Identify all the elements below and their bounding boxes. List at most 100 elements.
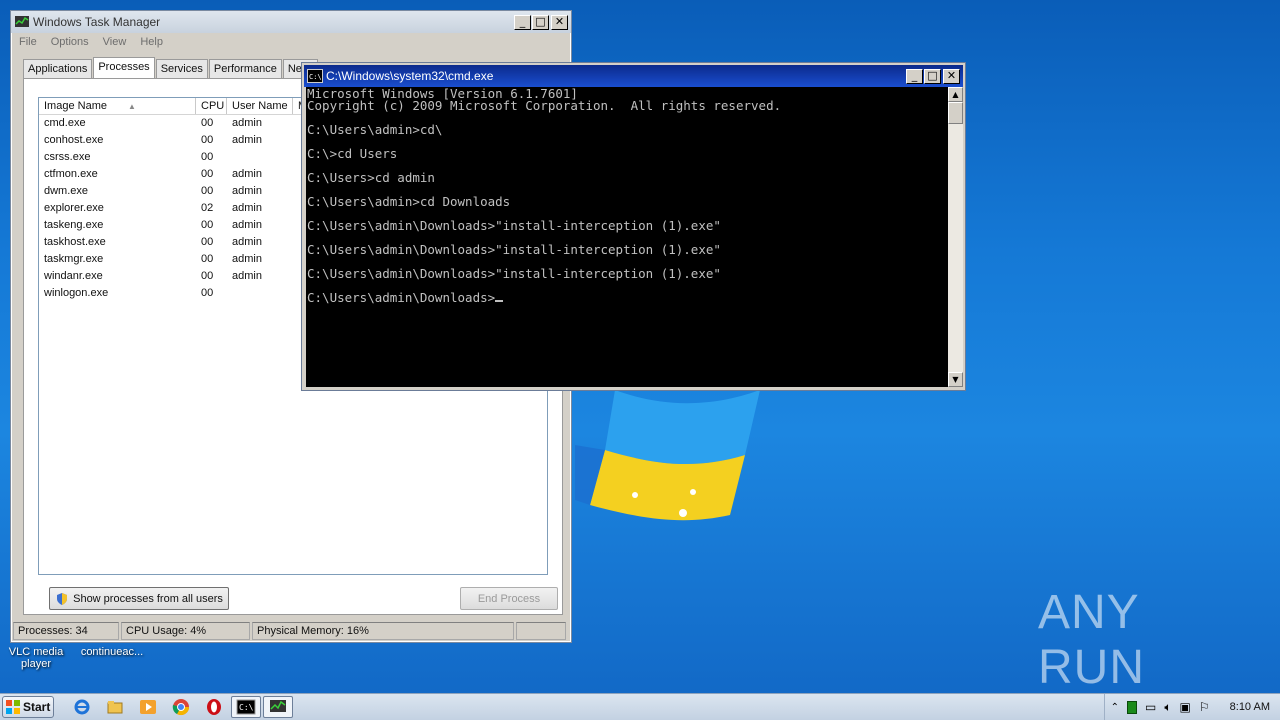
show-all-processes-button[interactable]: Show processes from all users [49,587,229,610]
process-image-name: ctfmon.exe [44,168,98,180]
action-center-flag-icon[interactable]: ⚐ [1199,700,1210,714]
console-line-text: Copyright (c) 2009 Microsoft Corporation… [307,98,782,113]
show-hidden-icons-icon[interactable]: ⌃ [1111,702,1119,713]
console-line: C:\Users\admin\Downloads>"install-interc… [307,266,948,281]
task-manager-taskbar-icon [270,700,286,712]
end-process-button[interactable]: End Process [460,587,558,610]
process-image-name: explorer.exe [44,202,104,214]
minimize-button[interactable]: _ [514,14,531,30]
menu-file[interactable]: File [19,36,37,48]
console-line-text: C:\Users>cd admin [307,170,435,185]
menu-view[interactable]: View [103,36,127,48]
clock[interactable]: 8:10 AM [1230,701,1270,713]
file-explorer-icon[interactable] [105,697,125,717]
taskbar-cmd-button[interactable]: C:\ [231,696,261,718]
cmd-maximize-button[interactable]: □ [924,68,941,84]
sort-ascending-icon: ▲ [128,102,136,111]
scroll-thumb[interactable] [948,102,963,124]
opera-icon[interactable] [204,697,224,717]
media-player-icon[interactable] [138,697,158,717]
network-icon[interactable]: ▭ [1145,700,1156,714]
console-line-text: C:\Users\admin\Downloads> [307,290,496,305]
process-image-name: windanr.exe [44,270,103,282]
maximize-button[interactable]: □ [532,14,549,30]
process-cpu: 00 [201,219,214,231]
windows-flag-icon [6,700,20,714]
desktop-icon-continueac-label[interactable]: continueac... [72,646,152,658]
process-user-name: admin [232,134,262,146]
tab-performance[interactable]: Performance [208,59,282,80]
task-manager-tabs: Applications Processes Services Performa… [23,57,319,80]
anyrun-watermark: ANY RUN [1038,586,1238,694]
process-cpu: 00 [201,185,214,197]
status-resize-grip [516,622,566,640]
process-image-name: cmd.exe [44,117,86,129]
console-line-text: C:\Users\admin\Downloads>"install-interc… [307,218,721,233]
taskbar-task-manager-button[interactable] [263,696,293,718]
task-manager-titlebar[interactable]: Windows Task Manager _ □ ✕ [11,11,571,33]
process-cpu: 00 [201,134,214,146]
process-user-name: admin [232,202,262,214]
scroll-down-icon[interactable]: ▼ [948,372,963,387]
taskbar: Start C:\ ⌃ ▭ 🔈︎ ▣ ⚐ 8:10 AM [0,693,1280,720]
column-user-name[interactable]: User Name [227,98,293,114]
tab-processes[interactable]: Processes [93,57,155,78]
start-button[interactable]: Start [2,696,54,718]
console-output[interactable]: Microsoft Windows [Version 6.1.7601] Copy… [306,87,948,387]
console-line: C:\Users\admin>cd Downloads [307,194,948,209]
status-cpu-usage: CPU Usage: 4% [121,622,250,640]
console-line-text: C:\>cd Users [307,146,398,161]
cmd-taskbar-icon: C:\ [236,699,256,715]
menu-help[interactable]: Help [140,36,163,48]
cmd-window: C:\ C:\Windows\system32\cmd.exe _ □ ✕ Mi… [301,62,966,391]
volume-icon[interactable]: 🔈︎ [1164,700,1171,715]
process-cpu: 00 [201,168,214,180]
process-user-name: admin [232,168,262,180]
console-line: C:\Users\admin>cd\ [307,123,948,136]
task-manager-app-icon [14,15,30,29]
status-physical-memory: Physical Memory: 16% [252,622,514,640]
console-line-text: C:\Users\admin\Downloads>"install-interc… [307,266,721,281]
process-cpu: 00 [201,270,214,282]
process-user-name: admin [232,270,262,282]
process-image-name: taskhost.exe [44,236,106,248]
scroll-up-icon[interactable]: ▲ [948,87,963,102]
process-cpu: 02 [201,202,214,214]
tab-services[interactable]: Services [155,59,208,80]
cmd-app-icon: C:\ [307,69,323,83]
console-scrollbar[interactable]: ▲ ▼ [948,87,963,387]
menu-options[interactable]: Options [51,36,89,48]
process-cpu: 00 [201,236,214,248]
svg-text:C:\: C:\ [309,73,322,81]
process-image-name: conhost.exe [44,134,104,146]
desktop-icon-vlc-label[interactable]: VLC media player [6,646,66,670]
uac-shield-icon [57,592,68,605]
console-line-text: C:\Users\admin>cd Downloads [307,194,511,209]
internet-explorer-icon[interactable] [72,697,92,717]
network-status-icon[interactable]: ▣ [1180,700,1191,714]
task-manager-title: Windows Task Manager [33,15,161,29]
text-cursor [495,292,504,302]
process-cpu: 00 [201,117,214,129]
process-cpu: 00 [201,253,214,265]
process-user-name: admin [232,185,262,197]
task-manager-menubar: File Options View Help [11,33,571,51]
process-cpu: 00 [201,151,214,163]
column-image-name[interactable]: Image Name ▲ [39,98,196,114]
process-image-name: winlogon.exe [44,287,109,299]
column-cpu[interactable]: CPU [196,98,227,114]
close-button[interactable]: ✕ [551,14,568,30]
process-user-name [227,285,293,302]
process-user-name: admin [232,219,262,231]
process-user-name: admin [232,117,262,129]
tab-applications[interactable]: Applications [23,59,93,80]
cmd-titlebar[interactable]: C:\ C:\Windows\system32\cmd.exe _ □ ✕ [304,65,963,87]
cmd-minimize-button[interactable]: _ [906,68,923,84]
console-line: C:\>cd Users [307,146,948,161]
process-image-name: dwm.exe [44,185,89,197]
process-cpu: 00 [201,287,214,299]
chrome-icon[interactable] [171,697,191,717]
cmd-close-button[interactable]: ✕ [943,68,960,84]
task-manager-tray-icon[interactable] [1126,700,1137,714]
